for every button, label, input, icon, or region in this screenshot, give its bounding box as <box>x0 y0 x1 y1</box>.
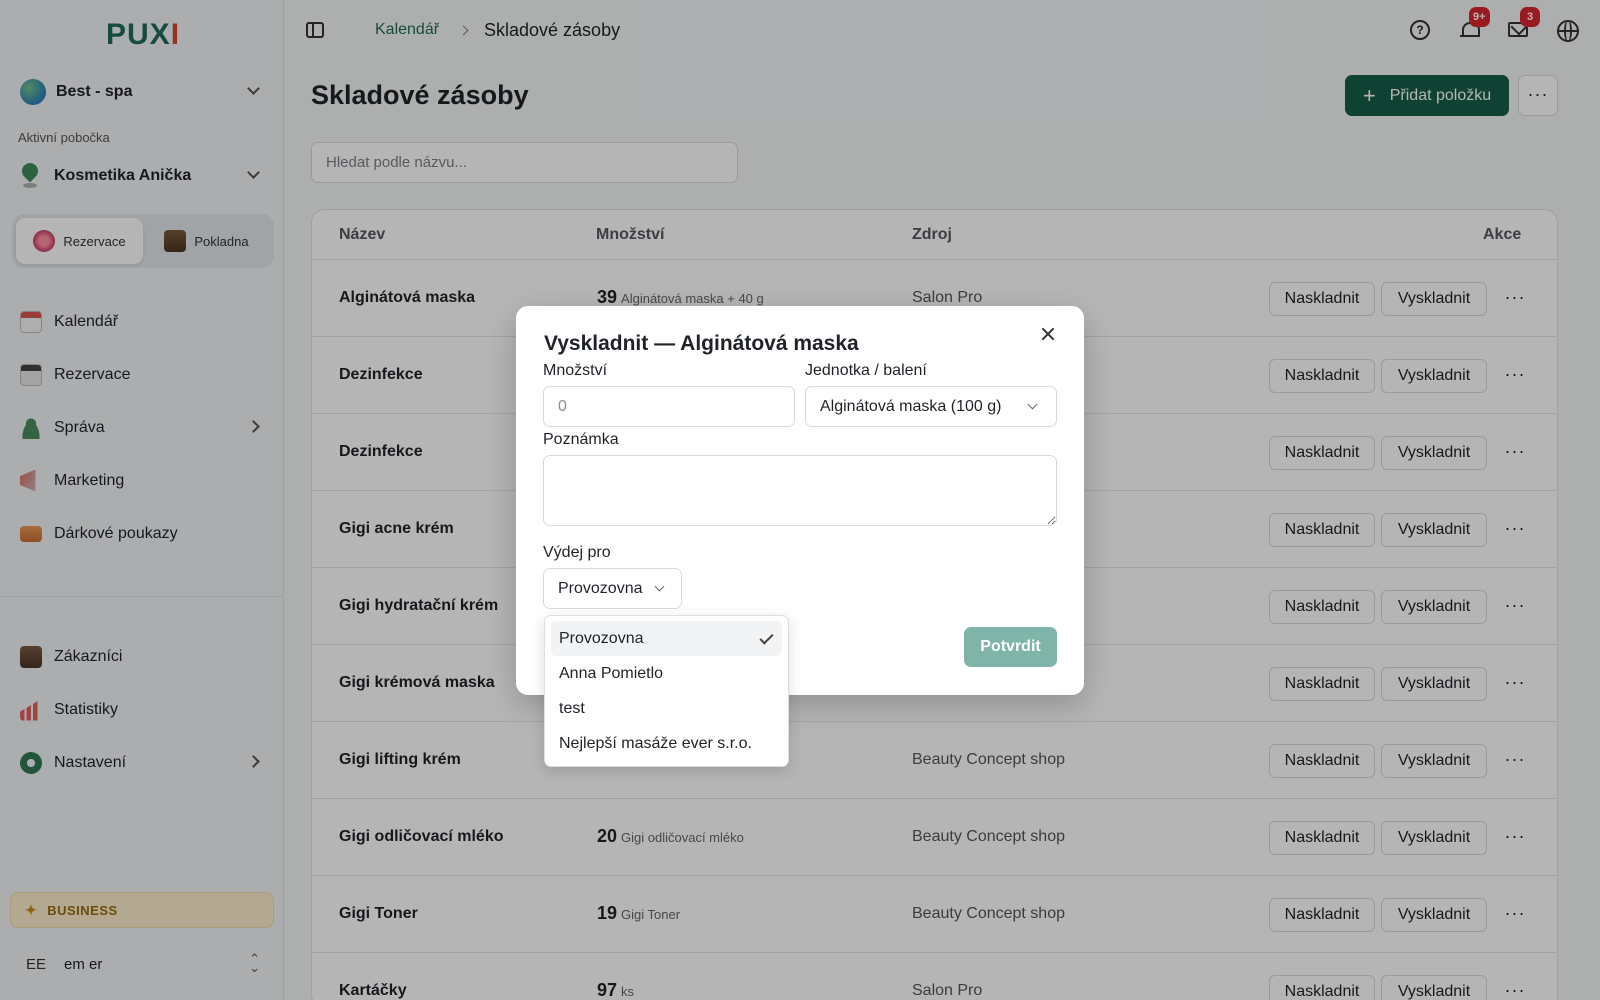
quantity-label: Množství <box>543 362 608 379</box>
check-icon <box>759 630 774 645</box>
dropdown-option[interactable]: Provozovna <box>551 621 782 656</box>
dropdown-option[interactable]: Nejlepší masáže ever s.r.o. <box>551 726 782 761</box>
dropdown-option[interactable]: test <box>551 691 782 726</box>
close-icon[interactable] <box>1040 326 1056 342</box>
note-label: Poznámka <box>543 431 619 448</box>
issue-for-value: Provozovna <box>558 580 643 597</box>
confirm-button[interactable]: Potvrdit <box>964 627 1057 667</box>
chevron-down-icon <box>654 581 665 592</box>
option-label: Provozovna <box>559 630 644 647</box>
unit-label: Jednotka / balení <box>805 362 927 379</box>
chevron-down-icon <box>1027 399 1038 410</box>
unit-select[interactable]: Alginátová maska (100 g) <box>805 386 1057 427</box>
issue-for-dropdown: Provozovna Anna Pomietlo test Nejlepší m… <box>544 615 789 767</box>
unit-select-value: Alginátová maska (100 g) <box>820 398 1002 415</box>
issue-for-select[interactable]: Provozovna <box>543 568 682 609</box>
note-textarea[interactable] <box>543 455 1057 526</box>
issue-for-label: Výdej pro <box>543 544 611 561</box>
dialog-title: Vyskladnit — Alginátová maska <box>544 332 859 355</box>
quantity-input[interactable] <box>543 386 795 427</box>
dropdown-option[interactable]: Anna Pomietlo <box>551 656 782 691</box>
option-label: Anna Pomietlo <box>559 665 664 682</box>
option-label: Nejlepší masáže ever s.r.o. <box>559 735 752 752</box>
option-label: test <box>559 700 585 717</box>
